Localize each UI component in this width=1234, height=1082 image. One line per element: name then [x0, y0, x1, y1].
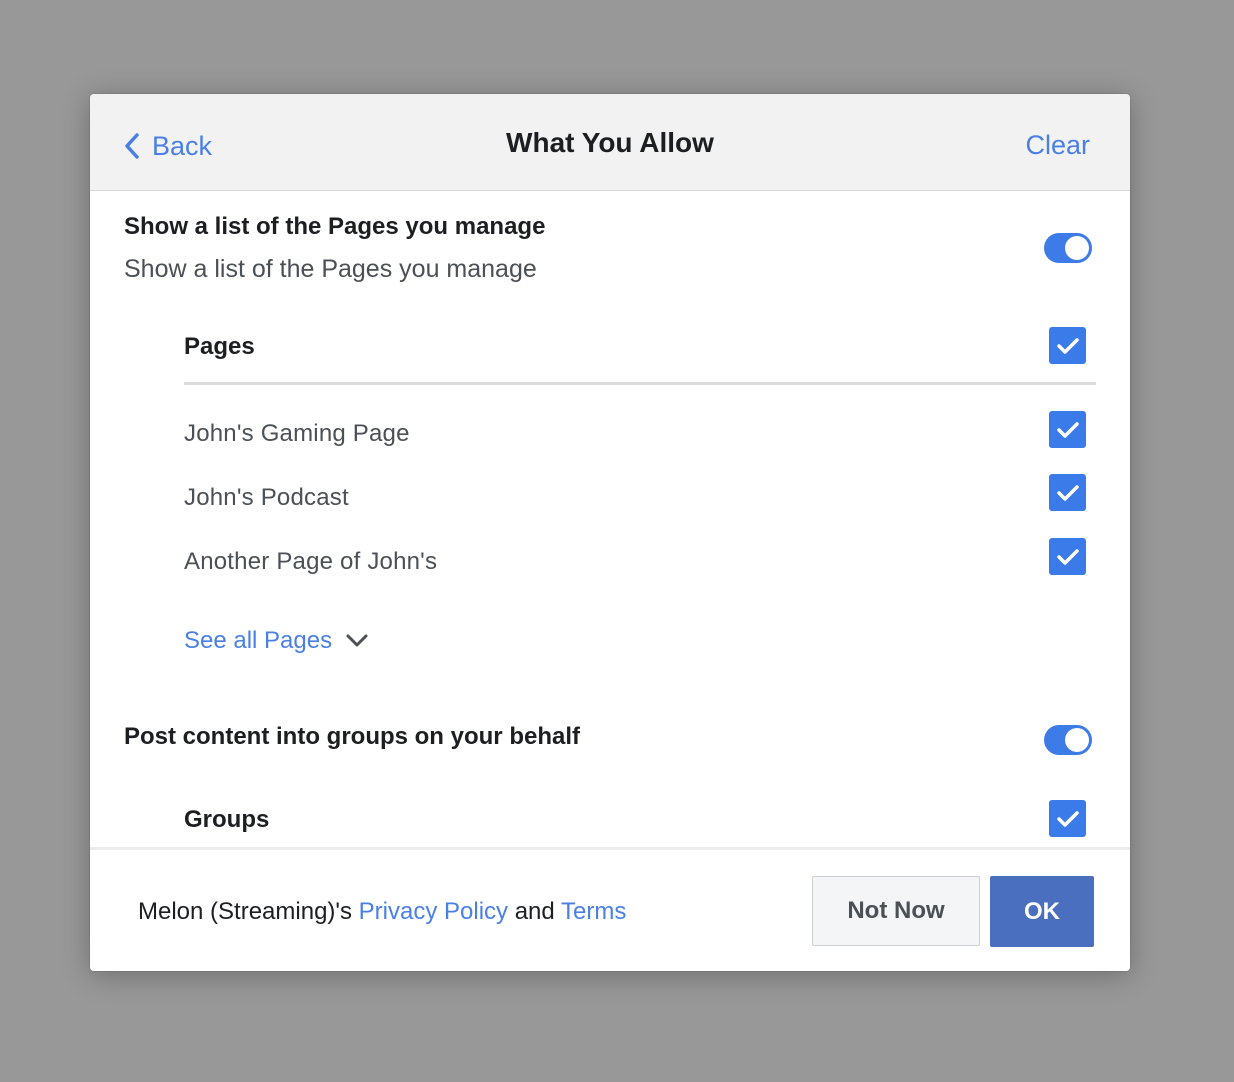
toggle-knob	[1065, 236, 1089, 260]
see-all-pages-label: See all Pages	[184, 627, 333, 654]
permissions-scroll-area[interactable]: Show a list of the Pages you manage Show…	[90, 191, 1130, 847]
groups-select-all-checkbox[interactable]	[1049, 800, 1086, 837]
not-now-button[interactable]: Not Now	[812, 876, 980, 946]
pages-permission-title: Show a list of the Pages you manage	[124, 213, 546, 240]
page-item-label: Another Page of John's	[184, 548, 438, 575]
page-item-label: John's Podcast	[184, 484, 349, 511]
dialog-title: What You Allow	[506, 127, 714, 158]
pages-permission-toggle[interactable]	[1044, 233, 1092, 263]
page-item-checkbox[interactable]	[1049, 538, 1086, 575]
chevron-down-icon	[346, 634, 368, 647]
permissions-dialog: Back What You Allow Clear Show a list of…	[90, 94, 1130, 971]
checkmark-icon	[1056, 337, 1079, 354]
groups-list-header: Groups	[184, 806, 270, 833]
toggle-knob	[1065, 728, 1089, 752]
checkmark-icon	[1056, 421, 1079, 438]
page-item-checkbox[interactable]	[1049, 411, 1086, 448]
clear-button[interactable]: Clear	[1025, 130, 1090, 161]
pages-header-divider	[184, 382, 1096, 385]
ok-button[interactable]: OK	[990, 876, 1094, 947]
footer-app-prefix: Melon (Streaming)'s	[138, 898, 359, 925]
footer-and-text: and	[508, 898, 561, 925]
terms-link[interactable]: Terms	[561, 898, 626, 925]
checkmark-icon	[1056, 484, 1079, 501]
page-item-checkbox[interactable]	[1049, 474, 1086, 511]
see-all-pages-link[interactable]: See all Pages	[184, 627, 368, 655]
footer-legal-text: Melon (Streaming)'s Privacy Policy and T…	[138, 898, 626, 926]
privacy-policy-link[interactable]: Privacy Policy	[359, 898, 508, 925]
pages-select-all-checkbox[interactable]	[1049, 327, 1086, 364]
dialog-header: Back What You Allow Clear	[90, 94, 1130, 191]
checkmark-icon	[1056, 548, 1079, 565]
groups-permission-toggle[interactable]	[1044, 725, 1092, 755]
page-item-label: John's Gaming Page	[184, 420, 410, 447]
checkmark-icon	[1056, 810, 1079, 827]
dialog-footer: Melon (Streaming)'s Privacy Policy and T…	[90, 847, 1130, 971]
pages-permission-description: Show a list of the Pages you manage	[124, 255, 537, 283]
pages-list-header: Pages	[184, 333, 255, 360]
groups-permission-title: Post content into groups on your behalf	[124, 723, 580, 750]
